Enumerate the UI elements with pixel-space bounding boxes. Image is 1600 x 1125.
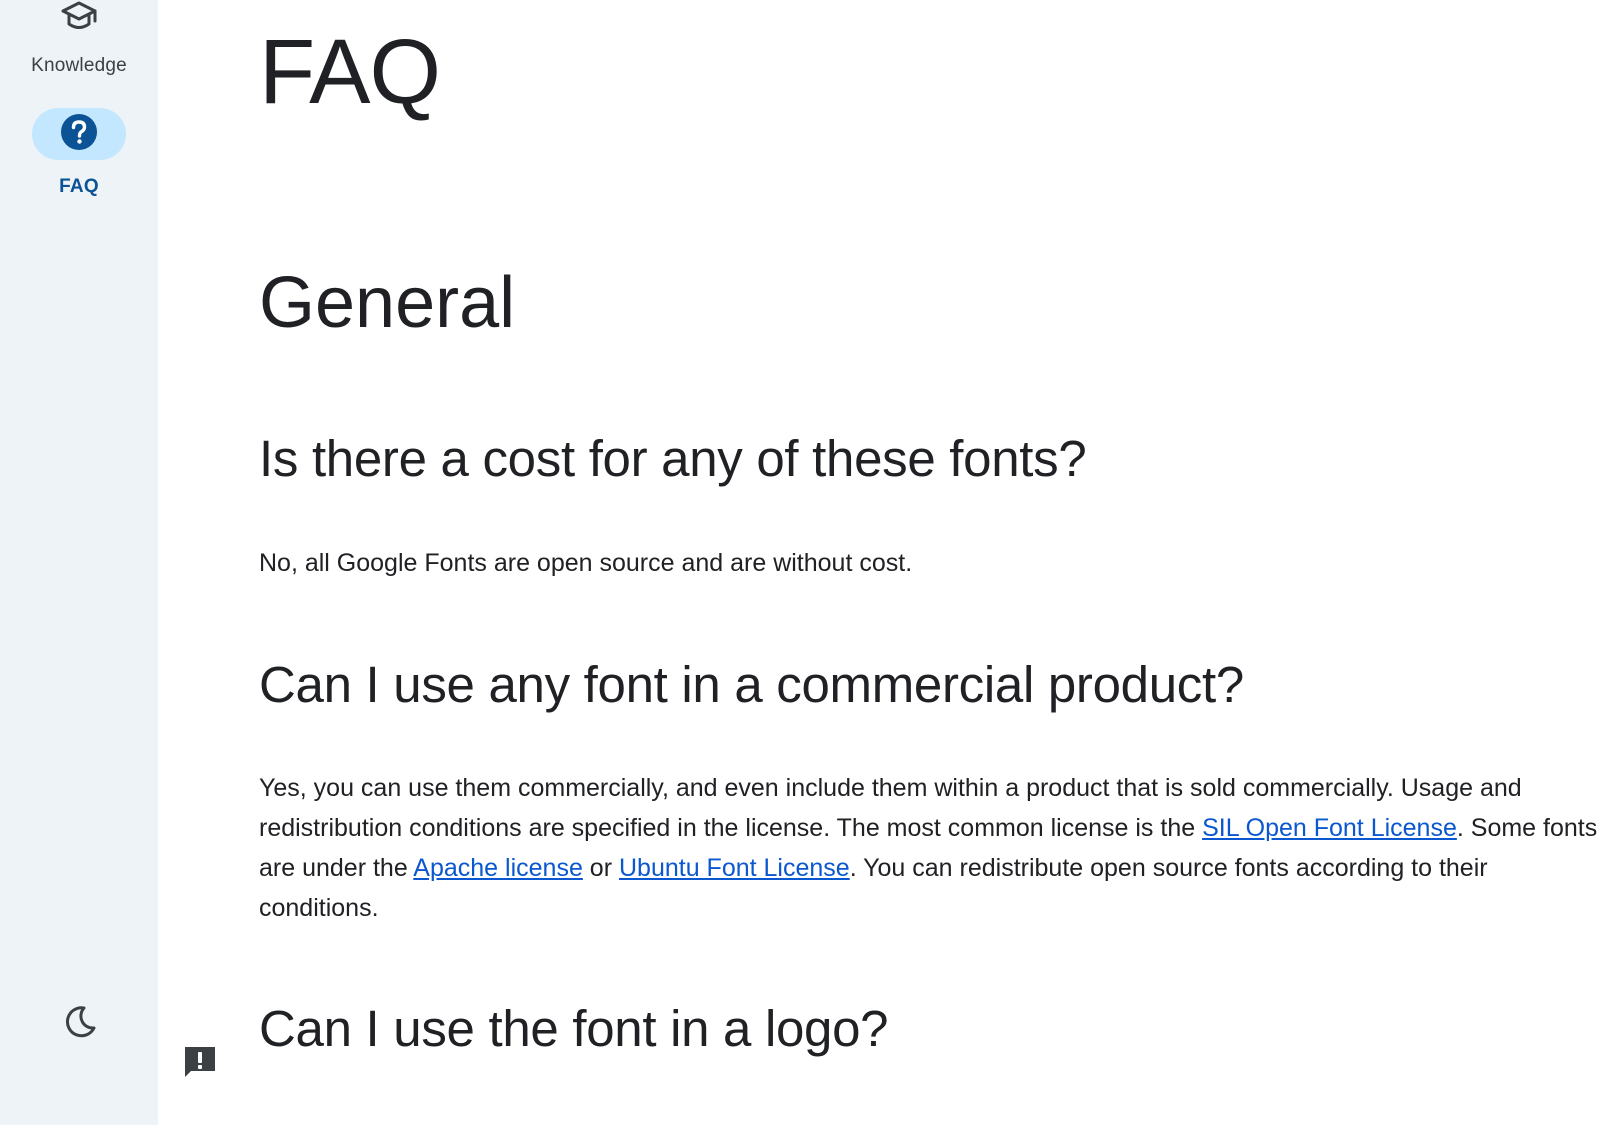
answer-text: conditions. <box>259 894 379 922</box>
graduation-cap-icon <box>59 0 99 40</box>
feedback-button[interactable] <box>178 1042 222 1086</box>
theme-toggle-button[interactable] <box>60 1004 100 1044</box>
answer-text: or <box>582 854 619 882</box>
answer-text: redistribution conditions are specified … <box>259 814 1203 842</box>
faq-question: Is there a cost for any of these fonts? <box>259 430 1087 487</box>
answer-text: . You can redistribute open source fonts… <box>849 854 1488 882</box>
faq-answer: Yes, you can use them commercially, and … <box>259 768 1597 928</box>
main-content: FAQ General Is there a cost for any of t… <box>259 0 1600 1125</box>
feedback-icon <box>181 1043 219 1086</box>
nav-pill-active <box>32 108 126 160</box>
sidebar-item-label: FAQ <box>59 176 99 197</box>
nav-pill <box>32 0 126 42</box>
sil-ofl-link[interactable]: SIL Open Font License <box>1202 814 1457 842</box>
answer-line: Yes, you can use them commercially, and … <box>259 768 1597 808</box>
answer-line: are under the Apache license or Ubuntu F… <box>259 848 1597 888</box>
sidebar: Knowledge FAQ <box>0 0 158 1125</box>
section-title: General <box>259 263 516 343</box>
page-title: FAQ <box>259 21 441 123</box>
sidebar-item-label: Knowledge <box>31 55 127 76</box>
answer-line: redistribution conditions are specified … <box>259 808 1597 848</box>
answer-line: conditions. <box>259 888 1597 928</box>
faq-answer: No, all Google Fonts are open source and… <box>259 549 913 577</box>
faq-question: Can I use any font in a commercial produ… <box>259 656 1244 713</box>
apache-license-link[interactable]: Apache license <box>413 854 583 882</box>
sidebar-item-knowledge[interactable]: Knowledge <box>0 0 158 77</box>
sidebar-item-faq[interactable]: FAQ <box>0 108 158 198</box>
faq-question: Can I use the font in a logo? <box>259 1000 889 1057</box>
help-circle-icon <box>60 113 98 156</box>
ubuntu-font-license-link[interactable]: Ubuntu Font License <box>619 854 850 882</box>
answer-text: Yes, you can use them commercially, and … <box>259 774 1522 802</box>
answer-text: . Some fonts <box>1456 814 1598 842</box>
moon-icon <box>62 1004 98 1045</box>
answer-text: are under the <box>259 854 414 882</box>
app-root: Knowledge FAQ FAQ General Is there a cos… <box>0 0 1600 1125</box>
